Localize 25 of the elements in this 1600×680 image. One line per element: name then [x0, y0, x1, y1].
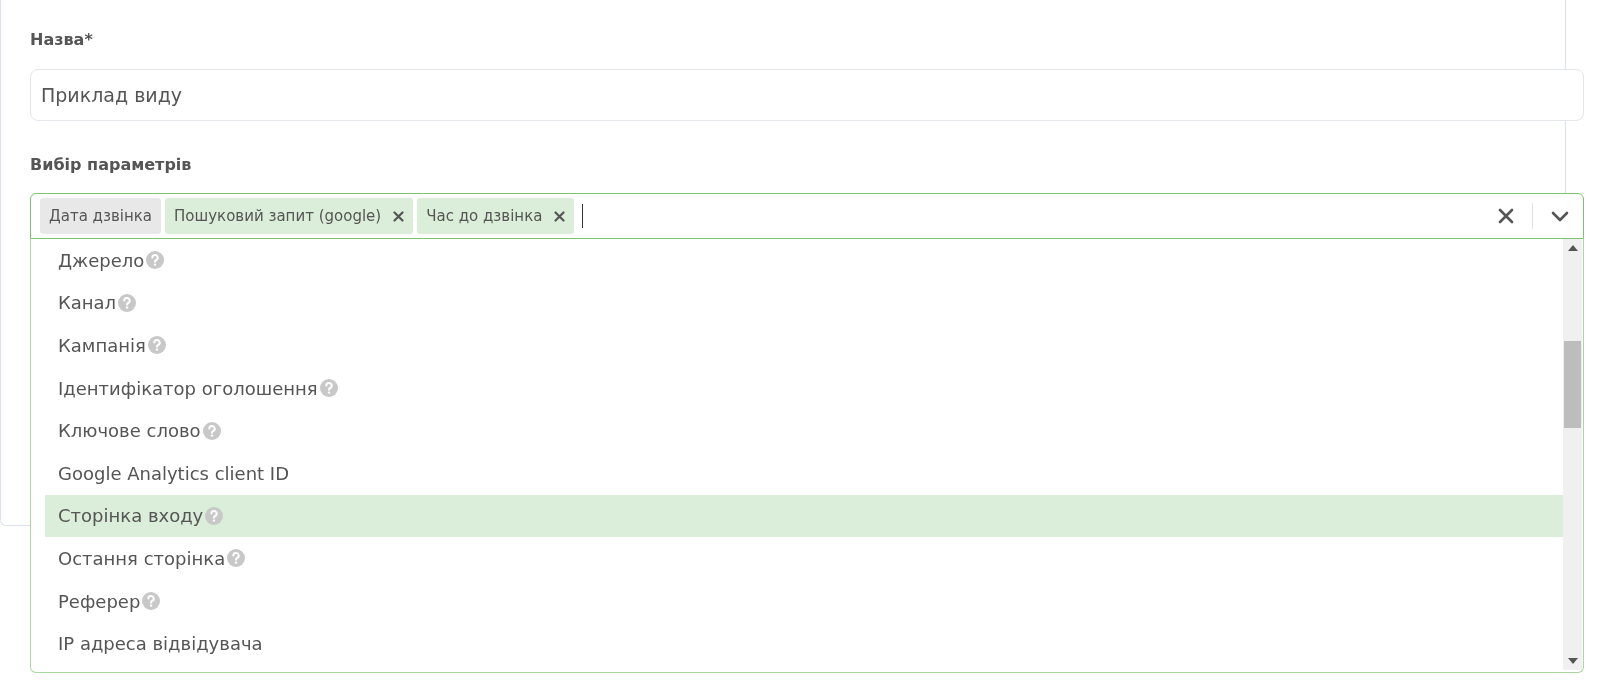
clear-button[interactable] — [1496, 206, 1516, 226]
dropdown-option[interactable]: Джерело — [45, 239, 1563, 282]
dropdown-option[interactable]: Сторінка входу — [45, 494, 1563, 538]
multi-select-field[interactable]: Дата дзвінка Пошуковий запит (google) Час до дзвінка — [30, 193, 1584, 239]
scroll-up-icon[interactable] — [1567, 245, 1578, 251]
field-label: Назва* — [30, 29, 94, 51]
dropdown-option[interactable]: IP адреса відвідувача — [45, 622, 1563, 665]
dropdown-option[interactable]: Ідентифікатор оголошення — [45, 366, 1563, 410]
selected-tag: Пошуковий запит (google) — [165, 198, 414, 234]
selected-tag: Час до дзвінка — [417, 198, 575, 234]
dropdown-option[interactable]: Google Analytics client ID — [45, 451, 1563, 495]
dropdown-option[interactable]: Реферер — [45, 579, 1563, 623]
remove-icon[interactable] — [554, 210, 566, 222]
dropdown-option[interactable]: Остання сторінка — [45, 537, 1563, 580]
scrollbar-thumb[interactable] — [1564, 341, 1581, 428]
text-cursor — [582, 204, 584, 228]
scroll-down-icon[interactable] — [1567, 658, 1578, 664]
dropdown-option[interactable]: Канал — [45, 281, 1563, 325]
field-label: Вибір параметрів — [30, 154, 193, 176]
name-input[interactable]: Приклад виду — [30, 69, 1584, 121]
dropdown-option[interactable]: Кампанія — [45, 324, 1563, 367]
selected-tag: Дата дзвінка — [40, 198, 162, 234]
dropdown-option[interactable]: Ключове слово — [45, 409, 1563, 452]
scrollbar[interactable] — [1563, 239, 1582, 670]
remove-icon[interactable] — [393, 210, 405, 222]
